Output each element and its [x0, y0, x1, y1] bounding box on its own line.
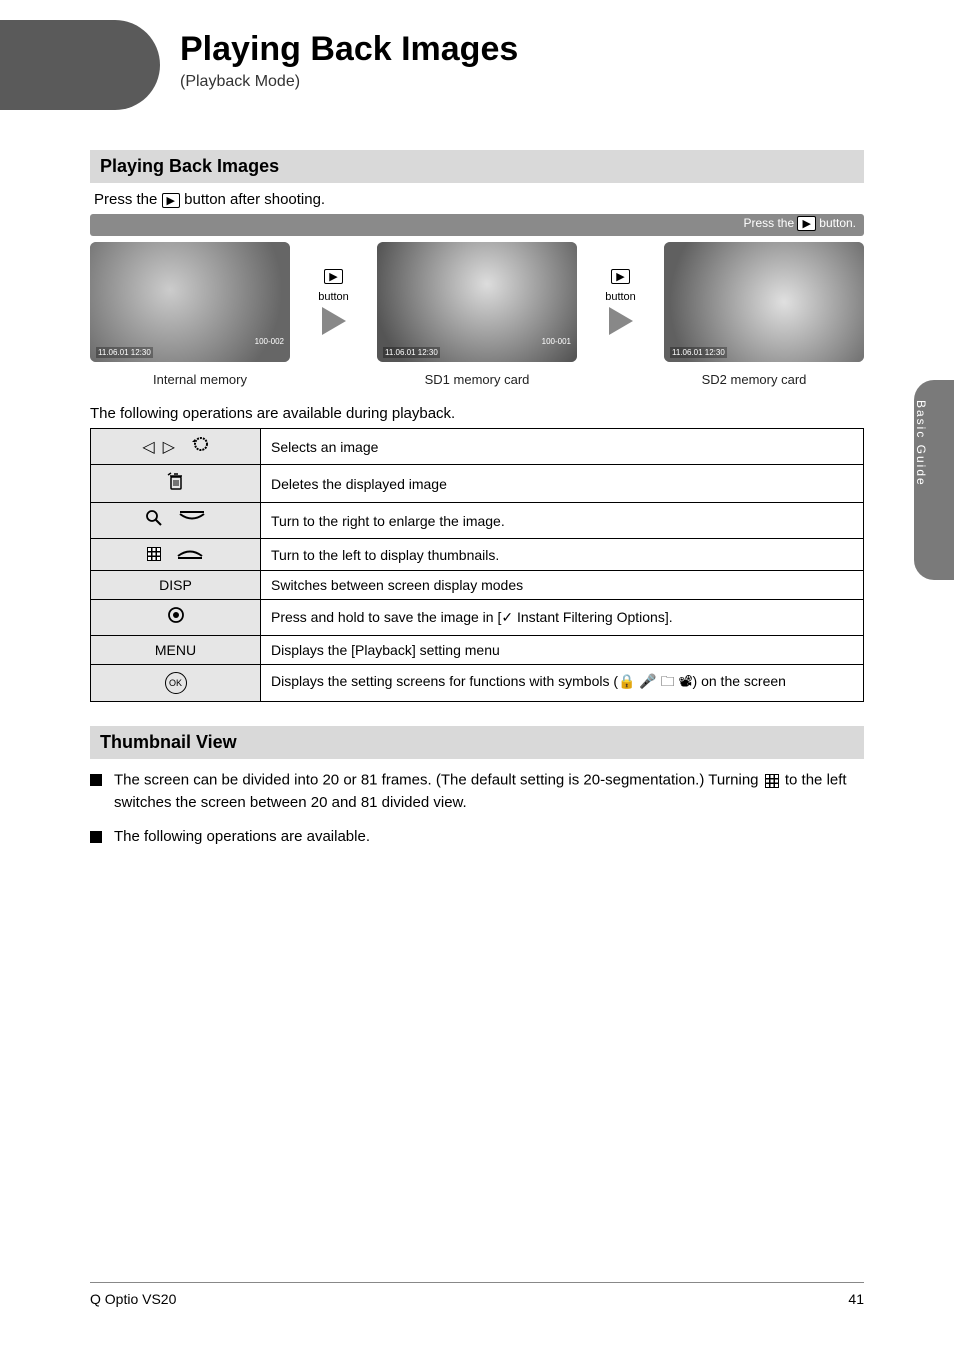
thumb-folder: 100-001	[542, 337, 571, 346]
thumbnail-internal: 11.06.01 12:30 100-002	[90, 242, 290, 362]
ok-button-icon: OK	[165, 672, 187, 694]
table-row: Turn to the right to enlarge the image.	[91, 503, 864, 539]
bullet-item: The following operations are available.	[90, 826, 864, 848]
control-icon-cell	[91, 539, 261, 571]
arrow-right-icon	[609, 307, 633, 335]
content-area: Playing Back Images Press the ▶ button a…	[90, 150, 864, 860]
control-desc: Switches between screen display modes	[261, 571, 864, 600]
control-text-cell: MENU	[91, 636, 261, 665]
caption-sd2: SD2 memory card	[644, 372, 864, 387]
side-tab: Basic Guide	[914, 380, 954, 580]
caption-row: Internal memory SD1 memory card SD2 memo…	[90, 372, 864, 387]
controls-table: ◁ ▷ Selects an image Deletes the display…	[90, 428, 864, 702]
trash-icon	[167, 471, 185, 496]
play-button-icon: ▶	[162, 193, 180, 208]
thumbnail-sd2: 11.06.01 12:30	[664, 242, 864, 362]
control-icon-cell	[91, 465, 261, 503]
left-arrow-icon: ◁	[142, 437, 154, 457]
instruction-post: button after shooting.	[184, 191, 325, 208]
control-icon-cell: OK	[91, 665, 261, 702]
caption-internal: Internal memory	[90, 372, 310, 387]
page-number: 41	[848, 1291, 864, 1307]
arrow-right-icon	[322, 307, 346, 335]
play-button-icon: ▶	[797, 216, 815, 231]
control-desc: Deletes the displayed image	[261, 465, 864, 503]
bullet-text: The screen can be divided into 20 or 81 …	[114, 772, 763, 789]
page-title: Playing Back Images	[180, 30, 874, 69]
magnify-icon	[145, 509, 163, 532]
table-row: Deletes the displayed image	[91, 465, 864, 503]
thumb-timestamp: 11.06.01 12:30	[383, 347, 440, 358]
page-subtitle: (Playback Mode)	[180, 73, 874, 91]
control-icon-cell	[91, 503, 261, 539]
instruction-line: Press the ▶ button after shooting.	[90, 191, 864, 208]
section-heading-playback: Playing Back Images	[90, 150, 864, 183]
right-arrow-icon: ▷	[163, 437, 175, 457]
thumb-timestamp: 11.06.01 12:30	[670, 347, 727, 358]
table-row: OK Displays the setting screens for func…	[91, 665, 864, 702]
control-desc: Press and hold to save the image in [✓ I…	[261, 600, 864, 636]
play-button-icon: ▶	[611, 269, 629, 284]
control-icon-cell	[91, 600, 261, 636]
lever-up-icon	[176, 545, 204, 564]
section-heading-thumbnail: Thumbnail View	[90, 726, 864, 759]
bullet-text: The following operations are available.	[114, 826, 370, 848]
instruction-pre: Press the	[94, 191, 162, 208]
table-row: ◁ ▷ Selects an image	[91, 429, 864, 465]
table-row: Turn to the left to display thumbnails.	[91, 539, 864, 571]
corner-tab	[0, 20, 160, 110]
footer-left: Q Optio VS20	[90, 1291, 176, 1307]
table-intro: The following operations are available d…	[90, 405, 864, 422]
lever-down-icon	[178, 511, 206, 530]
table-row: Press and hold to save the image in [✓ I…	[91, 600, 864, 636]
thumbnail-row: 11.06.01 12:30 100-002 ▶ button 11.06.01…	[90, 242, 864, 362]
control-desc: Displays the [Playback] setting menu	[261, 636, 864, 665]
page-header: Playing Back Images (Playback Mode)	[180, 30, 874, 91]
table-row: DISP Switches between screen display mod…	[91, 571, 864, 600]
control-desc: Displays the setting screens for functio…	[261, 665, 864, 702]
thumb-timestamp: 11.06.01 12:30	[96, 347, 153, 358]
table-row: MENU Displays the [Playback] setting men…	[91, 636, 864, 665]
bullet-square-icon	[90, 774, 102, 786]
record-icon	[167, 606, 185, 629]
grid-icon	[147, 546, 161, 564]
arrow-between-1: ▶ button	[314, 269, 354, 335]
thumb-folder: 100-002	[255, 337, 284, 346]
control-icon-cell: ◁ ▷	[91, 429, 261, 465]
arrow-between-2: ▶ button	[601, 269, 641, 335]
control-desc: Selects an image	[261, 429, 864, 465]
control-desc: Turn to the left to display thumbnails.	[261, 539, 864, 571]
flow-bar: Press the ▶ button.	[90, 214, 864, 236]
dial-icon	[191, 435, 209, 458]
bullet-item: The screen can be divided into 20 or 81 …	[90, 769, 864, 814]
control-desc: Turn to the right to enlarge the image.	[261, 503, 864, 539]
grid-icon	[765, 769, 779, 792]
thumbnail-view-section: Thumbnail View The screen can be divided…	[90, 726, 864, 848]
bullet-square-icon	[90, 831, 102, 843]
caption-sd1: SD1 memory card	[367, 372, 587, 387]
control-text-cell: DISP	[91, 571, 261, 600]
page-footer: Q Optio VS20 41	[0, 1282, 954, 1307]
side-tab-label: Basic Guide	[914, 380, 928, 487]
play-button-icon: ▶	[324, 269, 342, 284]
thumbnail-sd1: 11.06.01 12:30 100-001	[377, 242, 577, 362]
